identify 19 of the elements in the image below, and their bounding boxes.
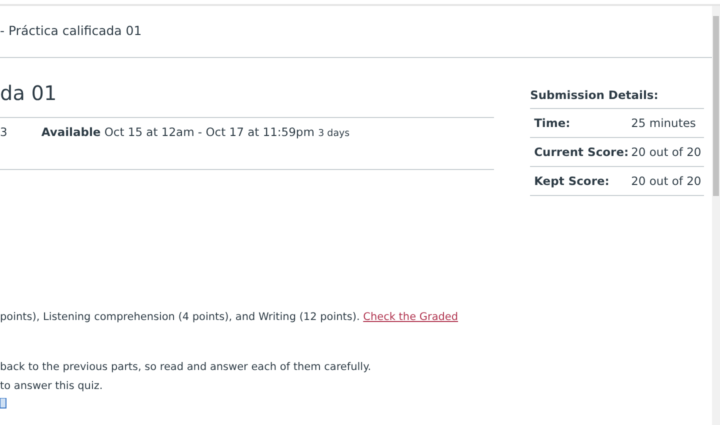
instructions-text: points), Listening comprehension (4 points), and Writing (12 points). Check the Graded xyxy=(0,310,460,325)
detail-value: 20 out of 20 xyxy=(631,144,702,161)
quiz-title: da 01 xyxy=(0,80,58,107)
detail-value: 20 out of 20 xyxy=(631,172,702,190)
detail-label: Time: xyxy=(534,114,572,132)
instructions-text: to answer this quiz. xyxy=(0,378,104,394)
duration-text: 3 days xyxy=(318,128,350,139)
instructions-text: back to the previous parts, so read and answer each of them carefully. xyxy=(0,360,372,375)
breadcrumb: - Práctica calificada 01 xyxy=(0,22,142,40)
submission-heading: Submission Details: xyxy=(530,87,704,110)
document-icon[interactable] xyxy=(0,398,7,410)
detail-value: 25 minutes xyxy=(631,114,696,132)
scrollbar-thumb[interactable] xyxy=(713,16,719,196)
detail-label: Kept Score: xyxy=(534,172,610,190)
detail-text: 3 xyxy=(0,124,8,141)
detail-label: Current Score: xyxy=(534,144,630,161)
available-label: Available xyxy=(41,125,101,139)
graded-link[interactable]: Check the Graded xyxy=(363,311,458,323)
available-value: Oct 15 at 12am - Oct 17 at 11:59pm xyxy=(104,125,314,139)
